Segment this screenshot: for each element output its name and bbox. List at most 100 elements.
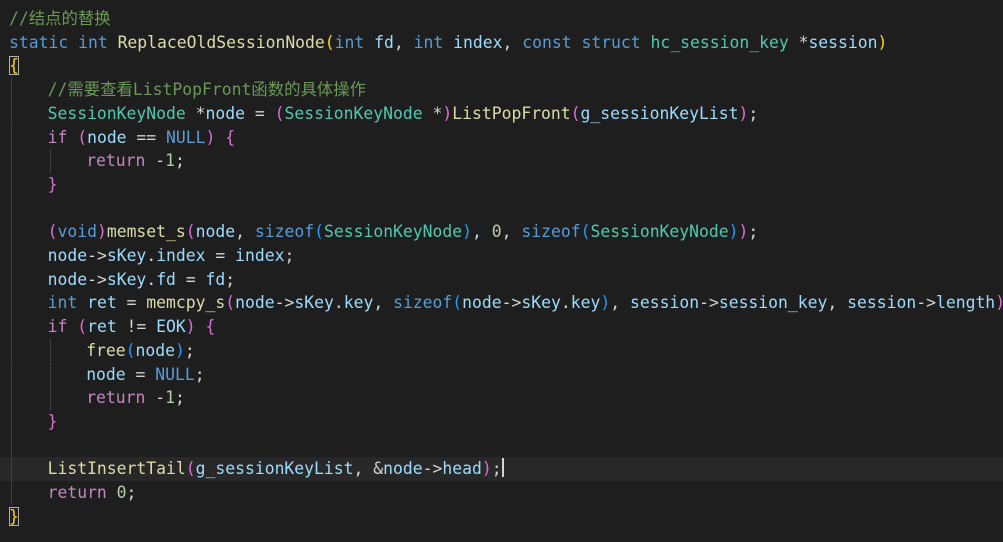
code-line[interactable]: free(node);: [0, 338, 1003, 363]
code-token: *: [798, 32, 809, 52]
code-text: //需要查看ListPopFront函数的具体操作: [48, 78, 366, 102]
code-line[interactable]: node->sKey.index = index;: [0, 244, 1003, 268]
code-line[interactable]: {: [0, 54, 1003, 78]
code-token: node: [47, 246, 88, 265]
code-token: memcpy_s: [146, 293, 226, 313]
code-token: ): [185, 317, 196, 337]
code-token: ->: [699, 293, 719, 313]
code-token: free: [86, 340, 126, 360]
indent-guide: [11, 149, 12, 173]
code-token: return: [86, 388, 156, 408]
code-token: &: [373, 459, 384, 479]
code-line[interactable]: if (node == NULL) {: [0, 125, 1003, 150]
code-line[interactable]: return -1;: [0, 386, 1003, 410]
code-token: index: [453, 32, 503, 52]
code-token: sKey: [521, 293, 561, 313]
code-line[interactable]: //需要查看ListPopFront函数的具体操作: [0, 78, 1003, 102]
code-line[interactable]: //结点的替换: [0, 7, 1003, 31]
code-text: ListInsertTail(g_sessionKeyList, &node->…: [48, 457, 504, 481]
code-token: SessionKeyNode: [590, 222, 729, 242]
code-token: (: [274, 103, 285, 123]
code-editor[interactable]: //结点的替换 static int ReplaceOldSessionNode(…: [0, 0, 1003, 542]
code-token: ->: [501, 293, 522, 313]
code-token: ==: [126, 127, 167, 147]
code-token: index: [235, 246, 285, 265]
code-token: key: [570, 293, 601, 313]
code-text: }: [48, 410, 58, 434]
code-token: node: [87, 127, 127, 147]
indent-guide: [11, 101, 12, 126]
code-token: *: [195, 103, 206, 123]
code-line[interactable]: node = NULL;: [0, 362, 1003, 387]
code-token: 0: [491, 222, 502, 242]
code-line[interactable]: }: [0, 505, 1003, 529]
code-token: ->: [274, 293, 295, 313]
code-line[interactable]: }: [0, 409, 1003, 434]
code-token: ->: [87, 269, 107, 289]
code-text: if (ret != EOK) {: [48, 315, 216, 339]
indent-guide: [11, 78, 12, 102]
code-line[interactable]: }: [0, 172, 1003, 197]
indent-guide: [11, 433, 12, 458]
indent-guide: [11, 125, 12, 150]
code-line[interactable]: node->sKey.fd = fd;: [0, 267, 1003, 292]
indent-guide: [11, 315, 12, 339]
code-token: -: [155, 151, 166, 171]
code-token: session: [847, 293, 917, 313]
code-text: }: [48, 173, 58, 197]
code-token: ;: [126, 483, 137, 502]
indent-guide: [11, 244, 12, 268]
code-line[interactable]: static int ReplaceOldSessionNode(int fd,…: [0, 31, 1003, 55]
code-line[interactable]: [0, 196, 1003, 221]
code-line[interactable]: (void)memset_s(node, sizeof(SessionKeyNo…: [0, 220, 1003, 244]
code-token: }: [47, 411, 58, 431]
code-token: =: [125, 364, 156, 384]
code-token: head: [442, 459, 482, 479]
code-token: return: [47, 483, 117, 502]
code-token: length: [935, 293, 996, 313]
code-token: sizeof: [521, 222, 581, 242]
code-line[interactable]: if (ret != EOK) {: [0, 315, 1003, 339]
indent-guide: [11, 362, 12, 387]
code-token: sKey: [106, 246, 147, 265]
code-token: ): [481, 459, 492, 479]
code-line[interactable]: return -1;: [0, 149, 1003, 173]
code-token: ,: [501, 222, 522, 242]
code-token: SessionKeyNode: [47, 103, 196, 123]
code-token: node: [195, 222, 236, 242]
code-line[interactable]: int ret = memcpy_s(node->sKey.key, sizeo…: [0, 291, 1003, 316]
code-token: ->: [422, 459, 443, 479]
code-token: //结点的替换: [9, 9, 111, 28]
code-token: =: [205, 246, 236, 265]
code-token: session: [808, 32, 878, 52]
code-text: node->sKey.index = index;: [48, 244, 295, 268]
code-token: .: [146, 246, 157, 265]
code-token: ->: [87, 246, 107, 265]
code-token: ;: [491, 459, 502, 479]
code-line[interactable]: SessionKeyNode *node = (SessionKeyNode *…: [0, 101, 1003, 126]
code-token: if: [47, 127, 78, 147]
code-token: g_sessionKeyList: [195, 459, 354, 479]
code-token: ;: [748, 222, 759, 242]
code-token: 1: [165, 151, 176, 171]
code-token: (: [47, 222, 58, 242]
code-token: sizeof: [254, 222, 315, 242]
code-token: NULL: [166, 127, 206, 147]
code-token: ret: [87, 317, 117, 337]
code-line[interactable]: [0, 433, 1003, 458]
code-token: void: [57, 222, 97, 242]
code-token: g_sessionKeyList: [580, 103, 739, 123]
code-token: (: [580, 222, 591, 242]
code-text: static int ReplaceOldSessionNode(int fd,…: [9, 31, 887, 55]
code-token: (: [570, 103, 581, 123]
code-token: node: [383, 459, 423, 479]
code-line[interactable]: ListInsertTail(g_sessionKeyList, &node->…: [0, 457, 1003, 481]
code-token: !=: [116, 317, 157, 337]
code-line[interactable]: return 0;: [0, 481, 1003, 505]
code-token: session_key: [718, 293, 828, 313]
code-token: (: [314, 222, 324, 242]
code-text: (void)memset_s(node, sizeof(SessionKeyNo…: [48, 220, 759, 244]
code-token: ): [600, 293, 611, 313]
indent-guide: [49, 338, 51, 363]
code-token: .: [333, 293, 344, 313]
